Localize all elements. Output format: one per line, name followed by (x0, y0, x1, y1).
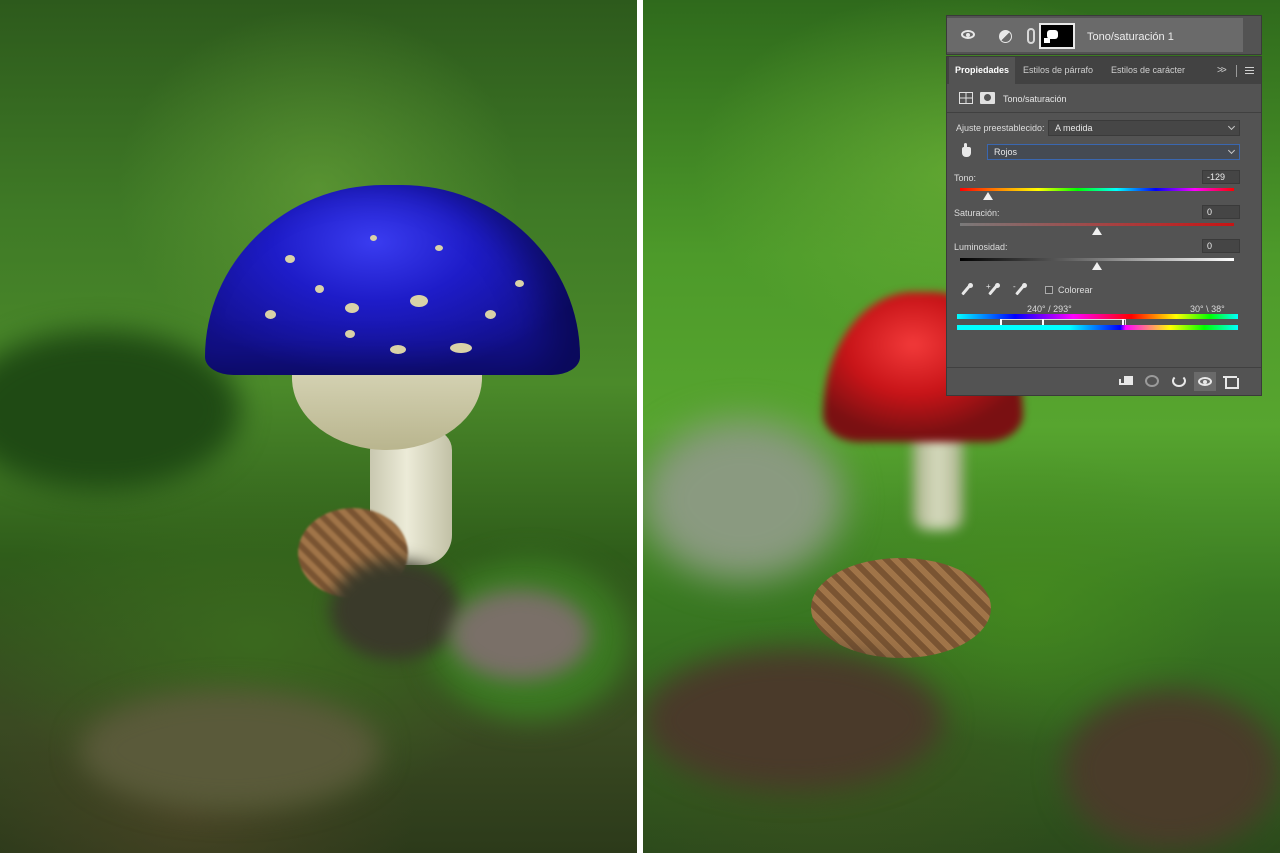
divider (947, 112, 1261, 113)
hue-slider-track[interactable] (960, 188, 1234, 191)
chevron-down-icon (1227, 122, 1236, 131)
eyedropper-subtract-icon[interactable]: - (1013, 283, 1027, 297)
layer-name[interactable]: Tono/saturación 1 (1087, 31, 1174, 43)
eyedropper-add-icon[interactable]: + (986, 283, 1000, 297)
hue-slider-thumb[interactable] (983, 192, 993, 200)
pine-cone (811, 558, 991, 658)
range-right-label: 30° \ 38° (1190, 304, 1225, 314)
toggle-visibility-button[interactable] (1194, 372, 1216, 391)
saturation-slider-track[interactable] (960, 223, 1234, 226)
lichen-blur (643, 420, 843, 580)
layers-panel: Tono/saturación 1 (946, 15, 1262, 55)
hamburger-menu-icon[interactable] (1245, 67, 1254, 74)
photo-after (0, 0, 637, 853)
saturation-label: Saturación: (954, 208, 1000, 218)
tab-separator (1236, 65, 1237, 77)
tab-estilos-caracter[interactable]: Estilos de carácter (1105, 57, 1197, 84)
panel-tabs: Propiedades Estilos de párrafo Estilos d… (947, 57, 1261, 84)
range-left-label: 240° / 293° (1027, 304, 1072, 314)
saturation-slider-thumb[interactable] (1092, 227, 1102, 235)
cone-shadow (330, 560, 460, 660)
hue-label: Tono: (954, 173, 977, 183)
layer-visibility-eye-icon[interactable] (961, 30, 975, 39)
chevron-down-icon (1227, 146, 1236, 155)
mask-thumbnail[interactable] (1039, 23, 1075, 49)
properties-panel: Propiedades Estilos de párrafo Estilos d… (946, 56, 1262, 396)
channel-value: Rojos (994, 147, 1018, 157)
trash-icon[interactable] (1223, 375, 1239, 389)
channel-select[interactable]: Rojos (987, 144, 1240, 160)
pebble-blur (450, 590, 590, 680)
saturation-value-input[interactable]: 0 (1202, 205, 1240, 219)
layer-mask-icon[interactable] (980, 92, 995, 104)
lightness-label: Luminosidad: (954, 242, 1008, 252)
lightness-value-input[interactable]: 0 (1202, 239, 1240, 253)
tab-propiedades[interactable]: Propiedades (949, 57, 1015, 84)
log-blur (643, 650, 943, 790)
properties-title: Tono/saturación (1003, 94, 1067, 104)
layer-row[interactable]: Tono/saturación 1 (947, 18, 1243, 52)
view-previous-icon[interactable] (1145, 375, 1159, 387)
clip-to-layer-icon[interactable] (1119, 375, 1133, 387)
lightness-slider-thumb[interactable] (1092, 262, 1102, 270)
adjustment-grid-icon[interactable] (959, 92, 973, 104)
ground-blur (80, 690, 380, 810)
eyedropper-icon[interactable] (959, 283, 973, 297)
ground-blur (1063, 690, 1280, 850)
tab-estilos-parrafo[interactable]: Estilos de párrafo (1017, 57, 1103, 84)
more-tabs-chevron-icon[interactable]: >> (1217, 65, 1227, 76)
foliage-blur (0, 330, 240, 490)
preset-value: A medida (1055, 123, 1093, 133)
colorize-checkbox[interactable] (1045, 286, 1053, 294)
eye-icon (1198, 377, 1212, 386)
reset-icon[interactable] (1172, 375, 1186, 387)
lightness-slider-track[interactable] (960, 258, 1234, 261)
panel-footer (947, 367, 1261, 395)
blue-mushroom-cap (205, 185, 580, 375)
hand-icon[interactable] (959, 143, 973, 159)
color-range-bar-bottom (957, 325, 1238, 330)
preset-label: Ajuste preestablecido: (956, 123, 1045, 133)
adjustment-layer-icon (999, 30, 1012, 43)
preset-select[interactable]: A medida (1048, 120, 1240, 136)
link-icon[interactable] (1027, 28, 1035, 44)
hue-value-input[interactable]: -129 (1202, 170, 1240, 184)
colorize-label: Colorear (1058, 285, 1093, 295)
